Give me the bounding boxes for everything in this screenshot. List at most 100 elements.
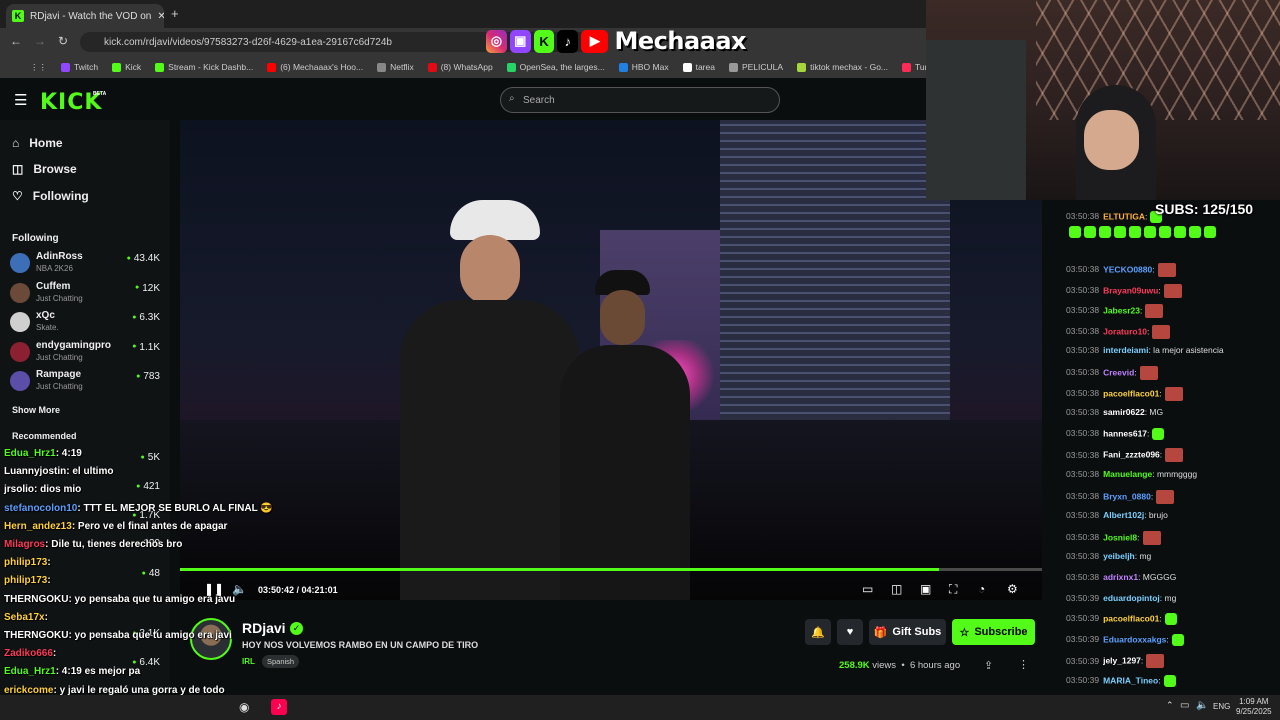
chat-username[interactable]: Manuelange [1103,469,1152,479]
language-tag[interactable]: Spanish [262,655,300,668]
bookmark-item[interactable]: PELICULA [728,62,784,72]
tray-chevron-icon[interactable]: ⌃ [1166,700,1174,711]
speed-icon[interactable]: ◔ [978,582,985,596]
reload-icon[interactable]: ↻ [58,34,68,48]
chat-timestamp: 03:50:39 [1066,675,1100,686]
subscribe-button[interactable]: ☆ Subscribe [952,619,1035,645]
bookmark-item[interactable]: tarea [682,62,715,72]
sidebar-channel[interactable]: AdinRoss NBA 2K26 43.4K [10,251,160,279]
system-clock[interactable]: 1:09 AM 9/25/2025 [1236,697,1272,717]
more-icon[interactable]: ⋮ [1018,658,1029,671]
follow-button[interactable]: ♥ [837,619,863,645]
chat-username[interactable]: Brayan09uwu [1103,285,1158,295]
apps-icon[interactable]: ⋮⋮ [30,62,47,73]
sidebar-channel[interactable]: CuffemJust Chatting 12K [10,281,160,309]
chat-username[interactable]: yeibeljh [1103,551,1135,561]
bookmark-favicon-icon [682,62,692,72]
chat-username[interactable]: samir0622 [1103,407,1145,417]
sidebar-channel[interactable]: Rampage Just Chatting 783 [10,369,160,397]
pip-icon[interactable]: ▣ [920,582,931,596]
gift-subs-button[interactable]: 🎁 Gift Subs [869,619,946,645]
overlay-chat-text: : [47,557,51,569]
chat-username[interactable]: Joraturo10 [1103,326,1147,336]
chat-username[interactable]: eduardopintoj [1103,593,1160,603]
viewer-count: 5K [141,452,160,463]
overlay-chat-message: Zadiko666: [4,648,56,659]
nav-browse[interactable]: ◫ Browse [12,162,77,176]
speaker-icon[interactable]: 🔈 [1196,700,1208,711]
bookmark-favicon-icon [155,62,165,72]
clip-icon[interactable]: ◫ [891,582,902,596]
chat-username[interactable]: pacoelflaco01 [1103,613,1159,623]
chat-username[interactable]: YECKO0880 [1103,264,1152,274]
back-icon[interactable]: ← [10,34,22,48]
menu-icon[interactable]: ☰ [14,91,27,109]
nav-home[interactable]: ⌂ Home [12,136,63,150]
chat-timestamp: 03:50:38 [1066,572,1100,582]
video-category[interactable]: IRL [242,657,255,666]
language-indicator[interactable]: ENG [1213,702,1230,711]
bookmark-item[interactable]: Twitch [61,62,98,72]
bookmark-label: Stream - Kick Dashb... [168,62,254,72]
chat-username[interactable]: Eduardoxxakgs [1103,634,1166,644]
chat-username[interactable]: jely_1297 [1103,656,1141,666]
tiktok-taskbar-icon[interactable]: ♪ [271,699,287,715]
bookmark-item[interactable]: Stream - Kick Dashb... [155,62,253,72]
forward-icon[interactable]: → [34,34,46,48]
chat-username[interactable]: adrixnx1 [1103,572,1138,582]
chat-username[interactable]: Fani_zzzte096 [1103,450,1160,460]
browser-tab[interactable]: K RDjavi - Watch the VOD on ✕ [6,4,164,28]
chat-username[interactable]: Albert102j [1103,510,1144,520]
search-input[interactable]: ⌕ Search [500,87,780,113]
sidebar-channel[interactable]: xQc Skate. 6.3K [10,310,160,338]
bookmark-item[interactable]: (6) Mechaaax's Hoo... [267,62,363,72]
chat-message: 03:50:38 Joraturo10: [1066,324,1171,339]
bookmark-item[interactable]: OpenSea, the larges... [506,62,605,72]
bookmark-item[interactable]: HBO Max [618,62,669,72]
chat-text: : brujo [1144,510,1168,521]
chat-username[interactable]: Josniel8 [1103,532,1137,542]
chat-username[interactable]: ELTUTIGA [1103,211,1145,221]
notification-button[interactable]: 🔔 [805,619,831,645]
emote-gem-icon [1171,633,1184,646]
bookmark-label: (6) Mechaaax's Hoo... [280,62,364,72]
bookmark-item[interactable]: tiktok mechax - Go... [797,62,888,72]
tab-close-icon[interactable]: ✕ [157,11,164,22]
nav-following[interactable]: ♡ Following [12,189,89,203]
chat-username[interactable]: hannes617 [1103,428,1147,438]
overlay-chat-text: : y javi le regaló una gorra y de todo [53,684,225,696]
fullscreen-icon[interactable]: ⛶ [949,582,957,597]
settings-icon[interactable]: ⚙ [1007,582,1018,596]
progress-bar[interactable] [180,568,1042,571]
chat-text: : [1152,264,1155,275]
show-more-link[interactable]: Show More [12,405,60,415]
chat-timestamp: 03:50:39 [1066,655,1100,666]
search-icon: ⌕ [509,93,515,104]
bookmark-item[interactable]: Turn Your Skins into... [902,62,926,72]
chat-username[interactable]: MARIA_Tineo [1103,675,1158,685]
bookmark-item[interactable]: Kick [112,62,141,72]
sidebar-channel[interactable]: endygamingproJust Chatting 1.1K [10,340,160,368]
twitch-icon: ▣ [509,29,531,53]
chat-username[interactable]: pacoelflaco01 [1103,388,1159,398]
chat-username[interactable]: Bryxn_0880 [1103,491,1151,501]
bookmark-item[interactable]: (8) WhatsApp [427,62,493,72]
channel-name: xQc [36,310,55,321]
new-tab-icon[interactable]: + [171,6,179,21]
chat-username[interactable]: interdeiami [1103,345,1148,355]
share-icon[interactable]: ⇪ [984,659,993,672]
bookmark-label: Netflix [390,62,414,72]
bookmark-favicon-icon [797,62,807,72]
chat-text: : [1147,428,1150,439]
overlay-chat-message: THERNGOKU: yo pensaba que tu amigo era j… [4,594,235,605]
bookmark-item[interactable]: Netflix [377,62,414,72]
network-icon[interactable]: ▭ [1180,700,1189,711]
bookmark-label: PELICULA [741,62,784,72]
video-player[interactable] [180,120,1042,600]
chat-username[interactable]: Creevid [1103,367,1134,377]
chat-text: : [1150,490,1154,501]
channel-name[interactable]: RDjavi [242,620,286,636]
chat-username[interactable]: Jabesr23 [1103,305,1140,315]
chrome-icon[interactable]: ◉ [239,700,249,714]
theater-icon[interactable]: ▭ [862,582,873,596]
